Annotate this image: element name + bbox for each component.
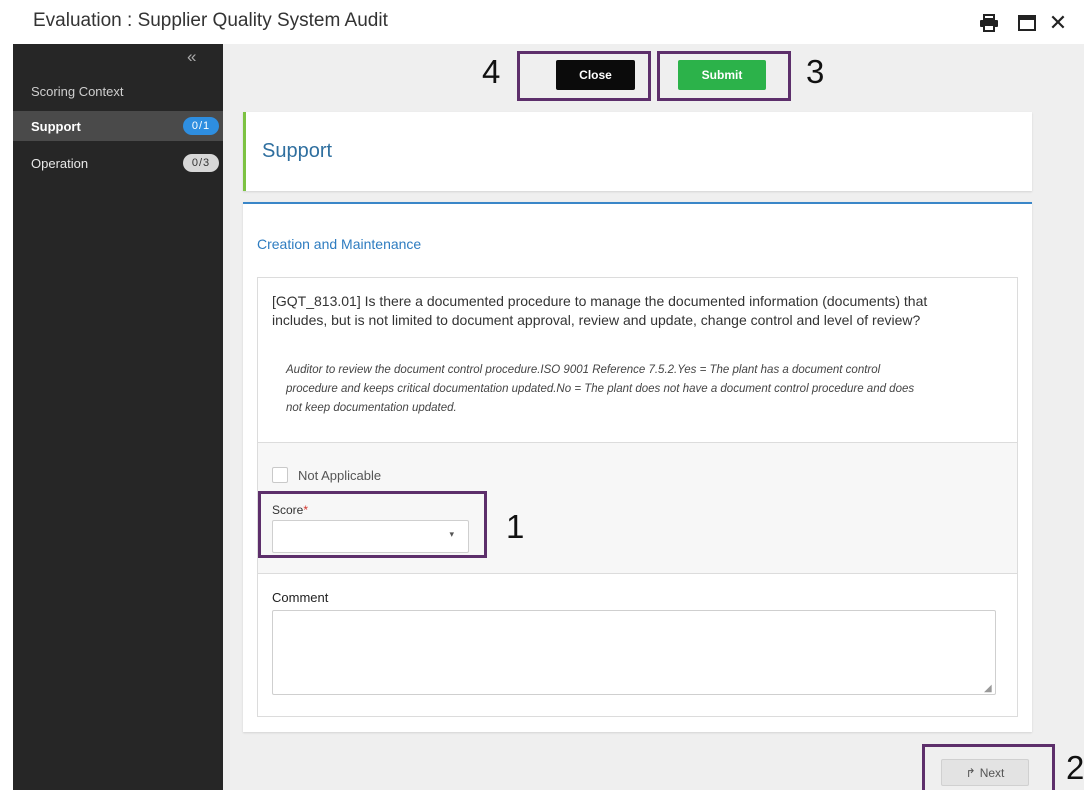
section-header-card: Support [243, 112, 1032, 191]
scoring-context-label: Scoring Context [31, 84, 124, 99]
not-applicable-checkbox[interactable] [272, 467, 288, 483]
close-button[interactable]: Close [556, 60, 635, 90]
maximize-icon[interactable] [1016, 13, 1038, 33]
close-icon[interactable]: ✕ [1047, 12, 1069, 34]
not-applicable-label: Not Applicable [298, 467, 382, 483]
collapse-sidebar-icon[interactable]: « [187, 48, 196, 66]
question-text: [GQT_813.01] Is there a documented proce… [272, 293, 928, 328]
annotation-number-1: 1 [506, 508, 525, 545]
comment-field[interactable] [272, 610, 996, 695]
sidebar-item-operation[interactable]: Operation 0/3 [13, 148, 223, 178]
sidebar: « Scoring Context Support 0/1 Operation … [13, 44, 223, 790]
sidebar-item-support[interactable]: Support 0/1 [13, 111, 223, 141]
annotation-number-4: 4 [482, 53, 501, 90]
forward-arrow-icon: ↱ [965, 765, 976, 780]
annotation-number-3: 3 [806, 53, 825, 90]
not-applicable-row: Not Applicable [272, 467, 381, 483]
printer-icon[interactable] [978, 13, 1000, 33]
section-title: Support [262, 140, 333, 162]
comment-label: Comment [272, 590, 329, 605]
sidebar-item-label: Operation [31, 155, 89, 171]
progress-badge: 0/3 [183, 154, 219, 172]
annotation-number-2: 2 [1066, 749, 1084, 786]
question-guidance: Auditor to review the document control p… [286, 364, 915, 414]
resize-handle-icon[interactable]: ◢ [984, 683, 992, 694]
next-button[interactable]: ↱ Next [941, 759, 1029, 786]
question-group-card: Creation and Maintenance [GQT_813.01] Is… [243, 202, 1032, 732]
annotation-frame-score [258, 491, 487, 558]
group-title: Creation and Maintenance [257, 236, 422, 252]
title-bar: Evaluation : Supplier Quality System Aud… [0, 0, 1084, 44]
window-title: Evaluation : Supplier Quality System Aud… [33, 10, 388, 31]
submit-button[interactable]: Submit [678, 60, 766, 90]
next-label: Next [979, 765, 1005, 780]
progress-badge: 0/1 [183, 117, 219, 135]
sidebar-item-label: Support [31, 118, 81, 134]
